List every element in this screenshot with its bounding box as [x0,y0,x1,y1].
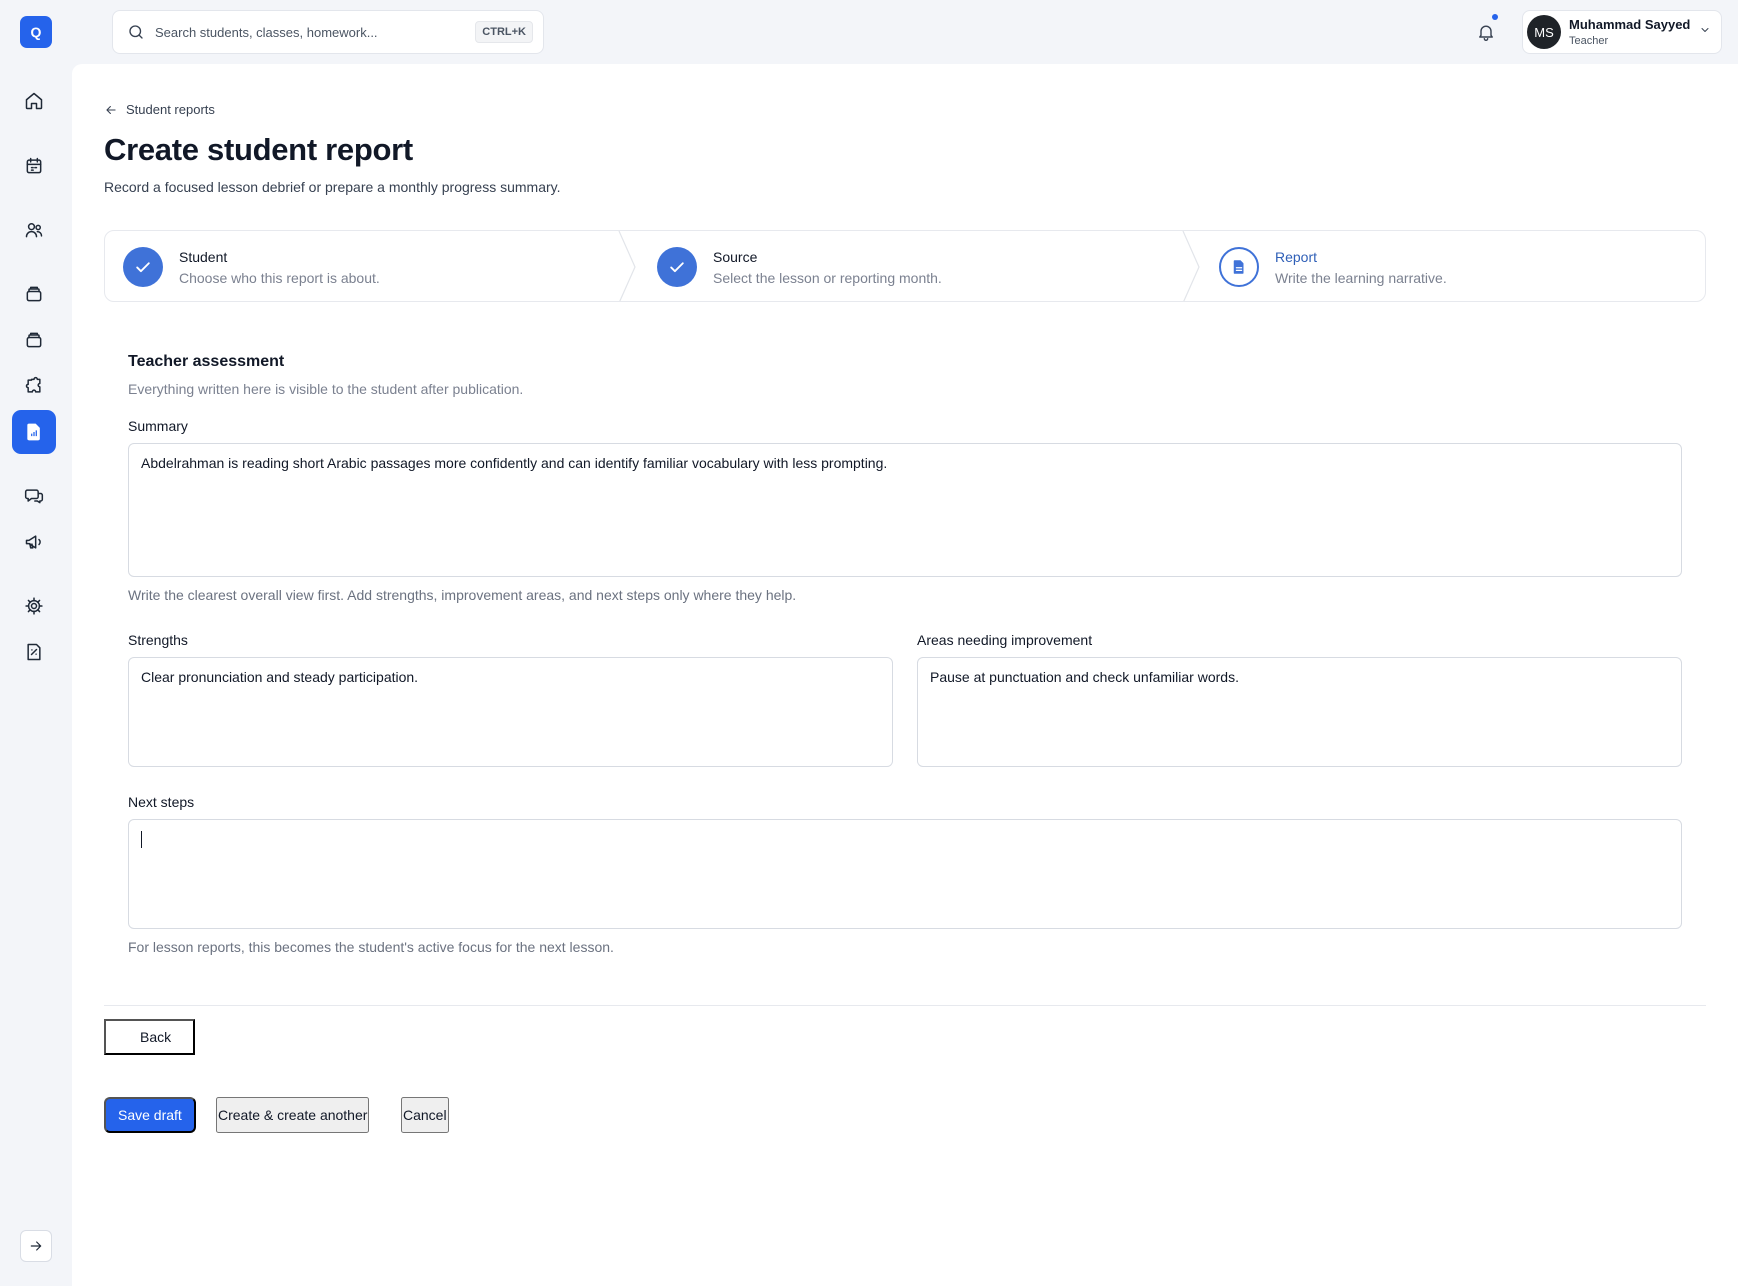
sidebar-item-announcements[interactable] [12,520,56,564]
summary-hint: Write the clearest overall view first. A… [128,587,797,603]
puzzle-icon [25,376,41,393]
gear-icon [25,597,43,615]
stepper: Student Choose who this report is about.… [104,230,1706,302]
layers-icon [26,332,42,348]
section-description: Everything written here is visible to th… [128,381,524,397]
summary-label: Summary [128,418,188,434]
check-icon [136,262,150,273]
search-input[interactable]: Search students, classes, homework... [155,25,475,40]
arrow-right-icon [30,1241,42,1251]
main-panel: Student reports Create student report Re… [72,64,1738,1286]
bell-icon [1479,25,1493,41]
section-title: Teacher assessment [128,353,285,370]
notifications-button[interactable] [1472,14,1500,46]
user-menu[interactable]: MS Muhammad Sayyed Teacher [1522,10,1722,54]
text-caret [141,831,142,848]
user-name: Muhammad Sayyed [1569,17,1691,32]
step-title: Report [1275,248,1318,265]
next-steps-label: Next steps [128,794,195,810]
step-title: Source [713,248,758,265]
global-search[interactable]: Search students, classes, homework... CT… [112,10,544,54]
next-steps-hint: For lesson reports, this becomes the stu… [128,939,614,955]
users-icon [25,223,43,238]
check-icon [670,262,684,273]
sidebar-item-classes[interactable] [12,272,56,316]
next-steps-textarea[interactable] [128,819,1682,929]
receipt-icon [27,643,41,661]
step-description: Select the lesson or reporting month. [713,269,942,286]
strengths-textarea[interactable]: Clear pronunciation and steady participa… [128,657,893,767]
summary-textarea[interactable]: Abdelrahman is reading short Arabic pass… [128,443,1682,577]
avatar: MS [1527,15,1561,49]
step-description: Write the learning narrative. [1275,269,1447,286]
step-student[interactable]: Student Choose who this report is about. [123,231,380,301]
improvement-label: Areas needing improvement [917,632,1093,648]
step-current-indicator [1219,247,1259,287]
sidebar-item-students[interactable] [12,208,56,252]
strengths-label: Strengths [128,632,188,648]
step-source[interactable]: Source Select the lesson or reporting mo… [657,231,942,301]
step-complete-indicator [123,247,163,287]
document-icon [1233,260,1244,274]
chevron-down-icon [1701,28,1709,32]
page-title: Create student report [104,132,413,167]
megaphone-icon [25,535,41,549]
back-button[interactable]: Back [104,1019,196,1055]
step-separator [1181,231,1201,301]
sidebar-collapse-button[interactable] [20,1230,52,1262]
divider [104,1005,1706,1006]
step-title: Student [179,248,228,265]
user-role: Teacher [1569,35,1609,47]
breadcrumb[interactable]: Student reports [104,102,215,117]
page-subtitle: Record a focused lesson debrief or prepa… [104,179,561,195]
step-complete-indicator [657,247,697,287]
arrow-left-icon [106,105,116,114]
report-icon [27,423,40,441]
sidebar-item-reports[interactable] [12,410,56,454]
create-another-button[interactable]: Create & create another [216,1097,370,1133]
sidebar-item-home[interactable] [12,79,56,123]
layers-icon [26,286,42,302]
sidebar-item-calendar[interactable] [12,144,56,188]
search-shortcut-badge: CTRL+K [475,21,533,43]
sidebar-item-activities[interactable] [12,364,56,408]
step-description: Choose who this report is about. [179,269,380,286]
sidebar-item-messages[interactable] [12,474,56,518]
step-separator [617,231,637,301]
step-report[interactable]: Report Write the learning narrative. [1219,231,1447,301]
calendar-icon [26,157,42,174]
sidebar-item-courses[interactable] [12,318,56,362]
improvement-textarea[interactable]: Pause at punctuation and check unfamilia… [917,657,1682,767]
notification-dot [1492,14,1498,20]
sidebar-item-settings[interactable] [12,584,56,628]
sidebar-item-billing[interactable] [12,630,56,674]
home-icon [25,92,43,110]
search-icon [129,25,143,39]
chat-icon [24,489,44,504]
app-logo[interactable]: Q [20,16,52,48]
cancel-button[interactable]: Cancel [401,1097,449,1133]
breadcrumb-label: Student reports [126,102,215,117]
save-draft-button[interactable]: Save draft [104,1097,196,1133]
sidebar: Q [0,0,72,1286]
